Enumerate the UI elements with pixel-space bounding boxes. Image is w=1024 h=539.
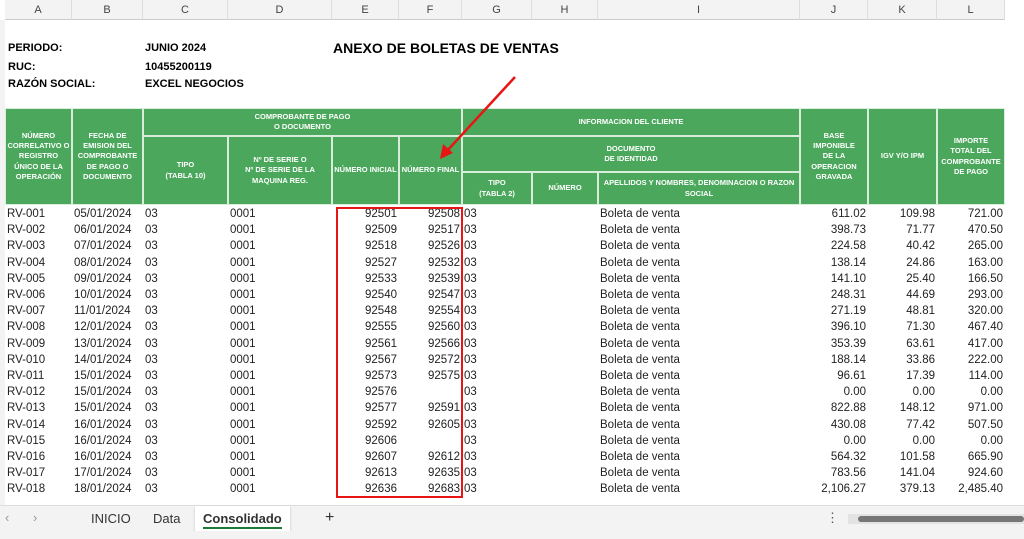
tab-inicio[interactable]: INICIO <box>83 506 139 532</box>
column-header-B[interactable]: B <box>72 0 143 20</box>
column-header-I[interactable]: I <box>598 0 800 20</box>
tab-data[interactable]: Data <box>145 506 188 532</box>
column-header-L[interactable]: L <box>937 0 1005 20</box>
prev-sheet-icon[interactable]: ‹ <box>5 510 9 525</box>
status-bar <box>0 531 1024 539</box>
column-header-A[interactable]: A <box>5 0 72 20</box>
column-header-H[interactable]: H <box>532 0 598 20</box>
column-header-J[interactable]: J <box>800 0 868 20</box>
column-header-C[interactable]: C <box>143 0 228 20</box>
next-sheet-icon[interactable]: › <box>33 510 37 525</box>
column-header-F[interactable]: F <box>399 0 462 20</box>
scrollbar-thumb[interactable] <box>858 516 1024 522</box>
column-header-K[interactable]: K <box>868 0 937 20</box>
tab-consolidado[interactable]: Consolidado <box>195 506 290 532</box>
column-header-D[interactable]: D <box>228 0 332 20</box>
red-arrow-icon <box>440 76 516 159</box>
sheet-tab-bar: ‹ › INICIO Data Consolidado + ⋮ <box>0 505 1024 532</box>
more-options-icon[interactable]: ⋮ <box>826 510 839 526</box>
horizontal-scrollbar[interactable] <box>848 514 1024 524</box>
column-header-E[interactable]: E <box>332 0 399 20</box>
sheet-grid[interactable]: PERIODO: JUNIO 2024 RUC: 10455200119 RAZ… <box>0 20 1024 505</box>
add-sheet-button[interactable]: + <box>325 509 334 527</box>
column-header-G[interactable]: G <box>462 0 532 20</box>
